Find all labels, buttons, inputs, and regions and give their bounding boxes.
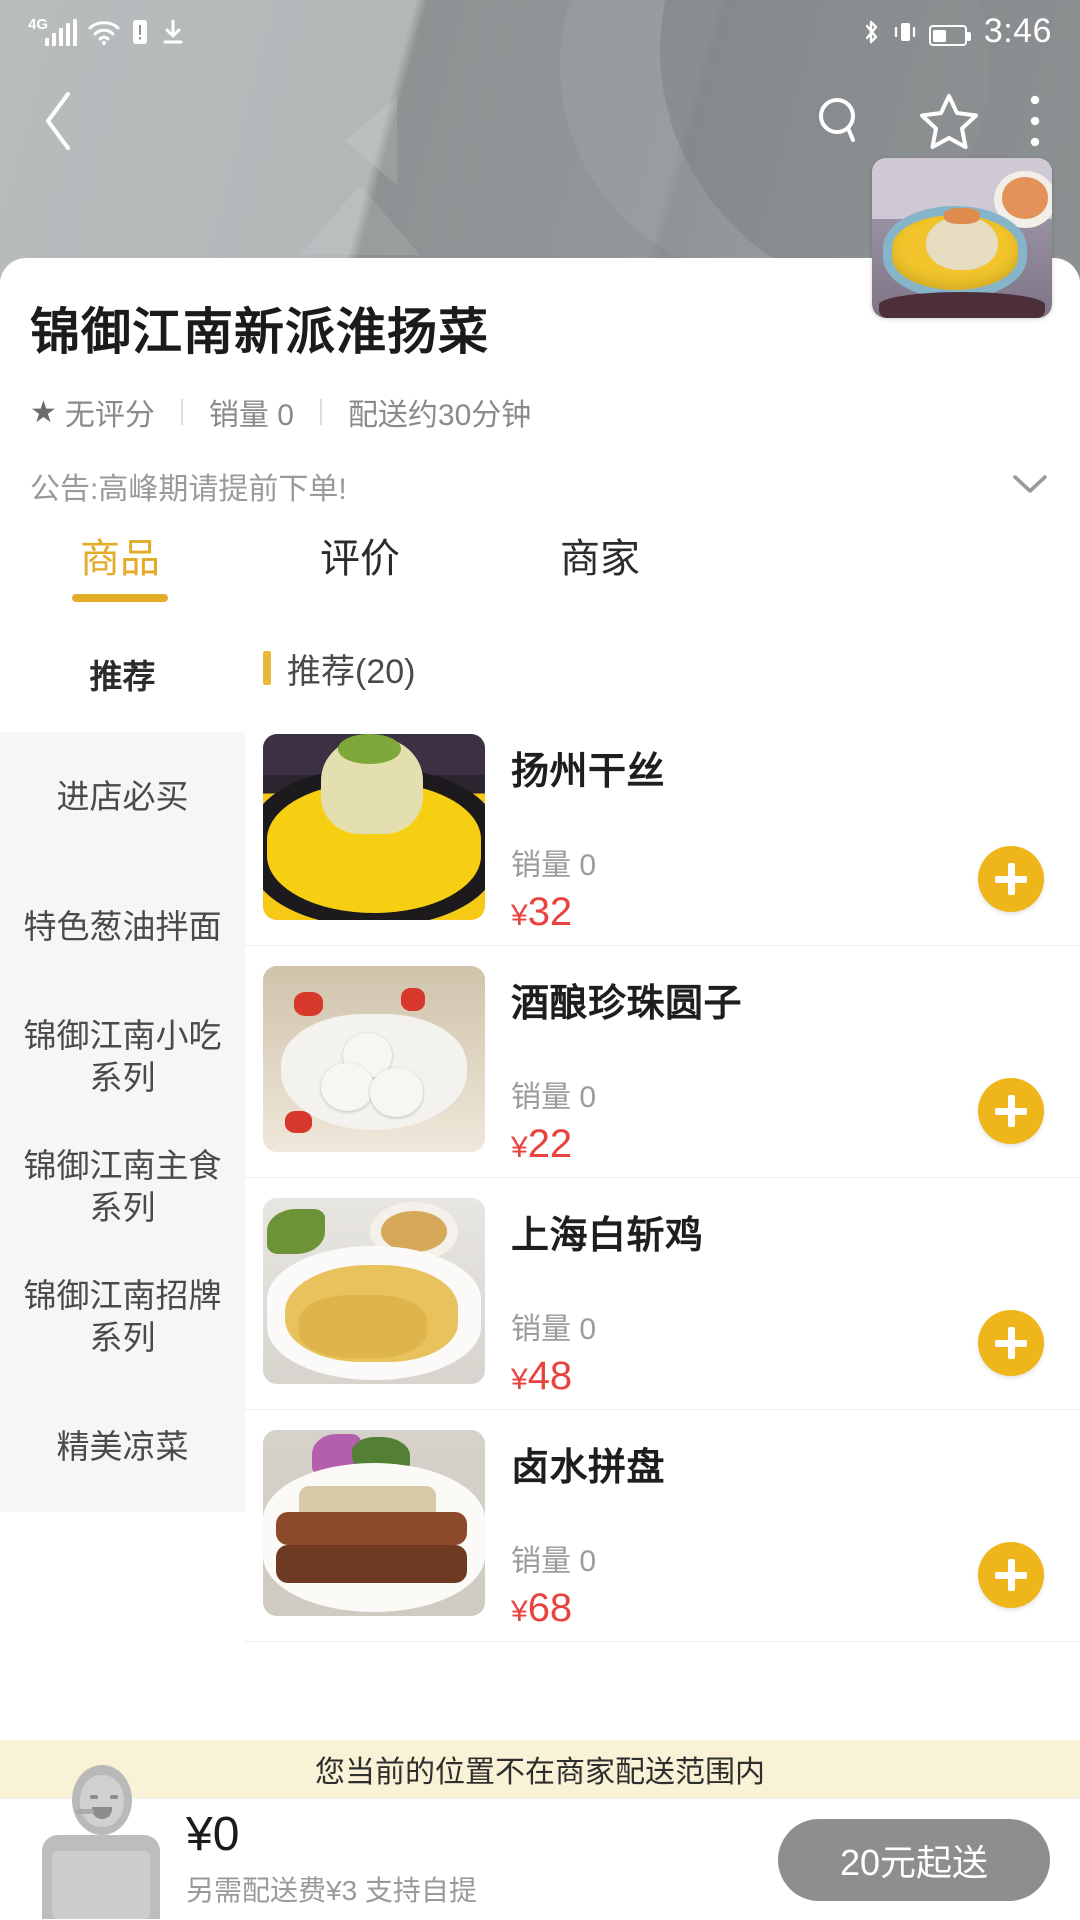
dish-image: [263, 1430, 485, 1616]
price-value: 32: [527, 890, 573, 934]
dish-item[interactable]: 上海白斩鸡 销量 0 ¥48: [245, 1178, 1080, 1410]
dish-sales: 销量 0: [511, 1313, 597, 1346]
status-bar-clock: 3:46: [983, 12, 1052, 50]
dish-name: 上海白斩鸡: [511, 1215, 704, 1257]
status-bar-right: 3:46: [861, 14, 1052, 48]
search-icon[interactable]: [812, 92, 870, 150]
shop-notice-row[interactable]: 公告:高峰期请提前下单!: [30, 464, 1050, 530]
dish-item[interactable]: 扬州干丝 销量 0 ¥32: [245, 714, 1080, 946]
add-icon[interactable]: [978, 1542, 1044, 1608]
cart-icon[interactable]: [0, 1764, 180, 1920]
shop-sales: 销量 0: [208, 399, 294, 432]
dish-info: 上海白斩鸡 销量 0 ¥48: [485, 1198, 1050, 1398]
sidebar-item-must-buy[interactable]: 进店必买: [0, 732, 245, 862]
nav-bar: [0, 66, 1080, 176]
sim-alert-icon: [131, 16, 149, 46]
signal-icon: 4G: [28, 16, 78, 46]
status-bar-left: 4G: [28, 16, 186, 46]
back-icon[interactable]: [38, 88, 78, 154]
dish-info: 扬州干丝 销量 0 ¥32: [485, 734, 1050, 934]
sidebar-item-recommend[interactable]: 推荐: [0, 622, 245, 732]
dish-sales: 销量 0: [511, 1545, 597, 1578]
dish-name: 卤水拼盘: [511, 1447, 666, 1489]
dish-name: 扬州干丝: [511, 751, 666, 793]
add-icon[interactable]: [978, 846, 1044, 912]
main-body: 推荐 进店必买 特色葱油拌面 锦御江南小吃系列 锦御江南主食系列 锦御江南招牌系…: [0, 622, 1080, 1740]
download-icon: [160, 16, 186, 46]
dish-sales: 销量 0: [511, 849, 597, 882]
status-bar: 4G 3:46: [0, 0, 1080, 62]
dish-item[interactable]: 酒酿珍珠圆子 销量 0 ¥22: [245, 946, 1080, 1178]
dish-name: 酒酿珍珠圆子: [511, 983, 743, 1025]
section-title: 推荐(20): [287, 652, 416, 691]
battery-icon: [928, 16, 971, 46]
cart-summary: ¥0 另需配送费¥3 支持自提: [180, 1808, 778, 1908]
currency-symbol: ¥: [511, 1595, 528, 1628]
dish-sales: 销量 0: [511, 1081, 597, 1114]
sidebar-item-scallion-noodles[interactable]: 特色葱油拌面: [0, 862, 245, 992]
shop-delivery-time: 配送约30分钟: [347, 399, 532, 432]
dish-list: 推荐(20) 扬州干丝 销量 0 ¥32 酒酿珍珠圆子 销量 0 ¥22 上海白…: [245, 622, 1080, 1740]
vibrate-icon: [892, 16, 918, 46]
category-sidebar: 推荐 进店必买 特色葱油拌面 锦御江南小吃系列 锦御江南主食系列 锦御江南招牌系…: [0, 622, 245, 1740]
banner-decor-triangle-2: [300, 185, 420, 255]
dish-info: 卤水拼盘 销量 0 ¥68: [485, 1430, 1050, 1630]
dish-price: ¥32: [511, 890, 572, 935]
section-accent-bar: [263, 651, 271, 685]
tab-bar: 商品 评价 商家: [0, 518, 1080, 622]
more-vertical-icon[interactable]: [1028, 92, 1042, 150]
shop-logo-image: [872, 158, 1052, 318]
wifi-icon: [88, 16, 120, 46]
currency-symbol: ¥: [511, 1131, 528, 1164]
dish-image: [263, 1198, 485, 1384]
sidebar-item-cold-dishes[interactable]: 精美凉菜: [0, 1382, 245, 1512]
delivery-person-icon: [42, 1764, 160, 1920]
order-button[interactable]: 20元起送: [778, 1818, 1050, 1901]
shop-info-card: 锦御江南新派淮扬菜 ★ 无评分 销量 0 配送约30分钟 公告:高峰期请提前下单…: [0, 158, 1080, 530]
dish-price: ¥68: [511, 1586, 572, 1631]
shop-notice-text: 公告:高峰期请提前下单!: [30, 473, 347, 506]
cart-total: ¥0: [186, 1808, 240, 1862]
dish-item[interactable]: 卤水拼盘 销量 0 ¥68: [245, 1410, 1080, 1642]
bottom-cart-bar: ¥0 另需配送费¥3 支持自提 20元起送: [0, 1764, 1080, 1920]
sidebar-item-signature[interactable]: 锦御江南招牌系列: [0, 1252, 245, 1382]
bluetooth-icon: [861, 16, 881, 46]
delivery-range-warning: 您当前的位置不在商家配送范围内: [0, 1740, 1080, 1798]
section-header: 推荐(20): [245, 622, 1080, 714]
price-value: 48: [527, 1354, 573, 1398]
dish-price: ¥48: [511, 1354, 572, 1399]
currency-symbol: ¥: [511, 899, 528, 932]
shop-stats: ★ 无评分 销量 0 配送约30分钟: [30, 390, 1050, 434]
star-outline-icon[interactable]: [918, 91, 980, 151]
dish-image: [263, 966, 485, 1152]
stat-divider-2: [319, 399, 322, 425]
chevron-down-icon[interactable]: [1010, 471, 1050, 502]
shop-rating: 无评分: [64, 399, 155, 432]
price-value: 68: [527, 1586, 573, 1630]
star-icon: ★: [30, 395, 57, 429]
stat-divider: [180, 399, 183, 425]
dish-info: 酒酿珍珠圆子 销量 0 ¥22: [485, 966, 1050, 1166]
sidebar-item-staple[interactable]: 锦御江南主食系列: [0, 1122, 245, 1252]
price-value: 22: [527, 1122, 573, 1166]
dish-image: [263, 734, 485, 920]
add-icon[interactable]: [978, 1310, 1044, 1376]
currency-symbol: ¥: [511, 1363, 528, 1396]
nav-actions: [812, 91, 1042, 151]
app-root: 4G 3:46 锦御江南新派淮扬菜 ★ 无评分 销量 0 配送约30分钟 公告:…: [0, 0, 1080, 1920]
add-icon[interactable]: [978, 1078, 1044, 1144]
sidebar-item-snacks[interactable]: 锦御江南小吃系列: [0, 992, 245, 1122]
dish-price: ¥22: [511, 1122, 572, 1167]
warning-text: 您当前的位置不在商家配送范围内: [315, 1756, 765, 1789]
cart-fee-note: 另需配送费¥3 支持自提: [186, 1874, 477, 1906]
